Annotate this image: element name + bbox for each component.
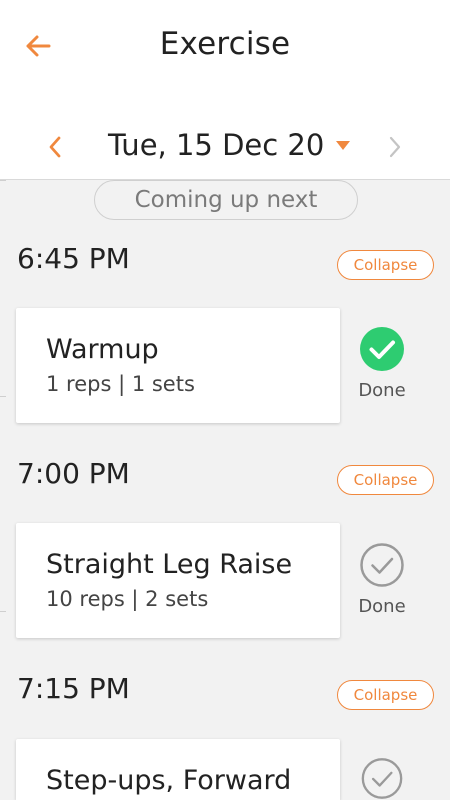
caret-down-icon xyxy=(336,140,351,150)
exercise-name: Straight Leg Raise xyxy=(46,549,293,580)
exercise-name: Step-ups, Forward xyxy=(46,765,292,796)
done-toggle[interactable] xyxy=(358,757,406,800)
previous-day-button[interactable] xyxy=(40,132,70,162)
time-slot-label: 6:45 PM xyxy=(17,242,130,275)
coming-up-next-badge: Coming up next xyxy=(94,180,358,220)
exercise-details: 1 reps | 1 sets xyxy=(46,372,195,396)
edge-divider xyxy=(0,611,6,612)
next-day-button[interactable] xyxy=(380,132,410,162)
collapse-button[interactable]: Collapse xyxy=(337,465,434,495)
edge-divider xyxy=(0,396,6,397)
check-circle-icon xyxy=(360,327,404,371)
exercise-card[interactable]: Step-ups, Forward xyxy=(16,739,340,800)
date-selector[interactable]: Tue, 15 Dec 20 xyxy=(108,128,351,162)
edge-divider xyxy=(0,180,6,181)
done-toggle[interactable]: Done xyxy=(358,542,406,617)
done-toggle[interactable]: Done xyxy=(358,326,406,401)
exercise-details: 10 reps | 2 sets xyxy=(46,587,209,611)
exercise-card[interactable]: Straight Leg Raise 10 reps | 2 sets xyxy=(16,523,340,638)
date-label: Tue, 15 Dec 20 xyxy=(108,128,325,162)
exercise-name: Warmup xyxy=(46,334,159,365)
time-slot-label: 7:15 PM xyxy=(17,672,130,705)
check-circle-icon xyxy=(361,758,403,799)
date-navigation-bar: Tue, 15 Dec 20 xyxy=(0,92,450,180)
done-label: Done xyxy=(358,596,406,617)
collapse-button[interactable]: Collapse xyxy=(337,680,434,710)
chevron-right-icon xyxy=(389,136,401,158)
exercise-card[interactable]: Warmup 1 reps | 1 sets xyxy=(16,308,340,423)
done-label: Done xyxy=(358,380,406,401)
app-bar: Exercise xyxy=(0,0,450,92)
time-slot-label: 7:00 PM xyxy=(17,457,130,490)
check-circle-icon xyxy=(360,543,404,587)
chevron-left-icon xyxy=(49,136,61,158)
page-title: Exercise xyxy=(159,26,291,62)
collapse-button[interactable]: Collapse xyxy=(337,250,434,280)
